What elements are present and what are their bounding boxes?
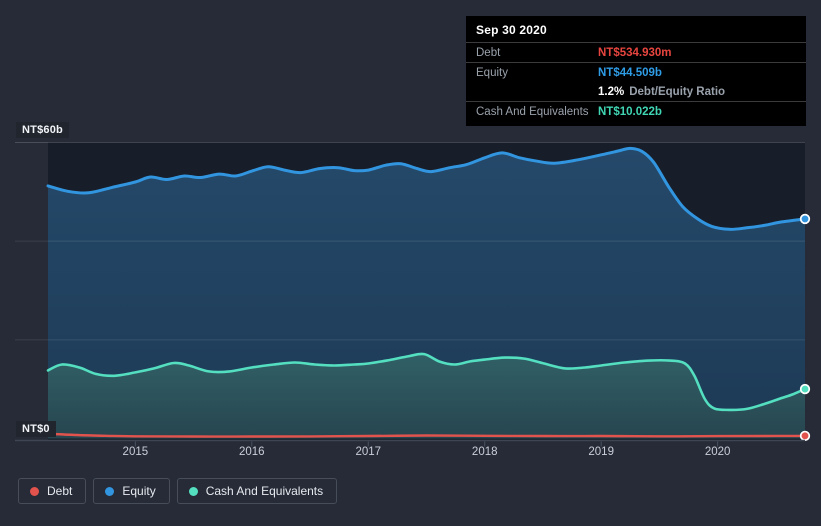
tooltip-debt-label: Debt	[476, 47, 501, 59]
x-axis-label-2015: 2015	[122, 446, 149, 458]
x-axis-label-2017: 2017	[355, 446, 382, 458]
legend-cash-label: Cash And Equivalents	[205, 484, 324, 498]
tooltip-date: Sep 30 2020	[476, 23, 547, 37]
debt-equity-cash-area-chart[interactable]	[15, 142, 821, 447]
tooltip-row-cash: Cash And Equivalents NT$10.022b	[466, 102, 806, 121]
tooltip-equity-label: Equity	[476, 67, 508, 79]
legend-item-debt[interactable]: Debt	[18, 478, 87, 504]
financial-history-chart-panel: Sep 30 2020 Debt NT$534.930m Equity NT$4…	[0, 0, 821, 526]
tooltip-cash-label: Cash And Equivalents	[476, 106, 589, 118]
tooltip-equity-value: NT$44.509b	[598, 67, 662, 79]
tooltip-ratio-value: 1.2%	[598, 86, 625, 98]
debt-dot-icon	[30, 486, 39, 496]
equity-dot-icon	[105, 486, 115, 496]
x-axis-label-2018: 2018	[471, 446, 498, 458]
y-axis-zero-label: NT$0	[16, 421, 56, 437]
y-axis-max-label: NT$60b	[16, 122, 69, 138]
tooltip-row-debt: Debt NT$534.930m	[466, 43, 806, 62]
legend-debt-label: Debt	[47, 484, 73, 498]
tooltip-row-equity: Equity NT$44.509b	[466, 63, 806, 82]
x-axis-label-2016: 2016	[239, 446, 265, 458]
chart-tooltip: Sep 30 2020 Debt NT$534.930m Equity NT$4…	[466, 16, 806, 126]
x-axis-label-2020: 2020	[704, 446, 731, 458]
tooltip-row-ratio: 1.2% Debt/Equity Ratio	[466, 82, 806, 101]
chart-legend: Debt Equity Cash And Equivalents	[18, 478, 338, 504]
cash-dot-icon	[188, 486, 198, 496]
tooltip-cash-value: NT$10.022b	[598, 106, 662, 118]
tooltip-debt-value: NT$534.930m	[598, 47, 672, 59]
legend-item-equity[interactable]: Equity	[93, 478, 170, 504]
legend-item-cash[interactable]: Cash And Equivalents	[176, 478, 338, 504]
tooltip-ratio-caption: Debt/Equity Ratio	[629, 86, 726, 98]
legend-equity-label: Equity	[122, 484, 156, 498]
x-axis-label-2019: 2019	[588, 446, 614, 458]
